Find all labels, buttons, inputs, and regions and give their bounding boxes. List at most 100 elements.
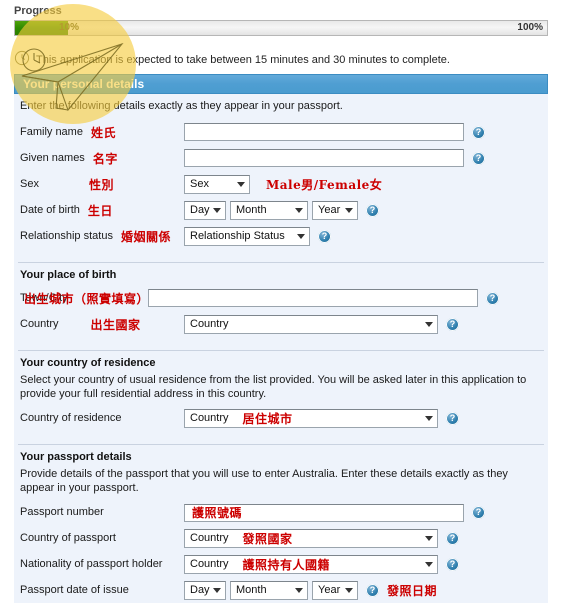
family-name-help-icon[interactable]: ?	[472, 125, 485, 139]
row-passport-date-of-issue: Passport date of issue Day Month Year ? …	[14, 577, 548, 603]
dob-month-select[interactable]: Month	[230, 200, 308, 220]
dob-help-icon[interactable]: ?	[366, 203, 379, 217]
town-city-help-icon[interactable]: ?	[486, 291, 499, 305]
chevron-down-icon	[297, 234, 305, 239]
country-of-birth-help-icon[interactable]: ?	[446, 317, 459, 331]
residence-label-cell: Country of residence	[20, 412, 184, 424]
place-of-birth-heading: Your place of birth	[20, 269, 117, 281]
row-passport-number: Passport number 護照號碼 ?	[14, 499, 548, 525]
progress-max-text: 100%	[517, 22, 543, 33]
relationship-label-cell: Relationship status 婚姻關係	[20, 228, 184, 245]
time-estimate-text: This application is expected to take bet…	[36, 54, 450, 66]
passport-issue-month-select[interactable]: Month	[230, 580, 308, 600]
nationality-annotation: 護照持有人國籍	[242, 557, 331, 572]
country-of-passport-label-cell: Country of passport	[20, 532, 184, 544]
sex-select[interactable]: Sex	[184, 174, 250, 194]
chevron-down-icon	[345, 588, 353, 593]
row-sex: Sex 性別 Sex Male男/Female女	[14, 171, 548, 197]
row-date-of-birth: Date of birth 生日 Day Month Year ?	[14, 197, 548, 223]
row-country-of-passport: Country of passport Country 發照國家 ?	[14, 525, 548, 551]
dob-label-cell: Date of birth 生日	[20, 202, 184, 219]
sex-note: Male男/Female女	[266, 177, 383, 192]
dob-day-value: Day	[190, 204, 210, 216]
given-names-help-icon[interactable]: ?	[472, 151, 485, 165]
time-estimate-notice: This application is expected to take bet…	[14, 50, 548, 70]
dob-day-select[interactable]: Day	[184, 200, 226, 220]
relationship-select[interactable]: Relationship Status	[184, 226, 310, 246]
nationality-label-cell: Nationality of passport holder	[20, 558, 184, 570]
nationality-help-icon[interactable]: ?	[446, 557, 459, 571]
panel-body: Enter the following details exactly as t…	[14, 94, 548, 603]
relationship-help-icon[interactable]: ?	[318, 229, 331, 243]
dob-year-select[interactable]: Year	[312, 200, 358, 220]
chevron-down-icon	[425, 536, 433, 541]
dob-year-value: Year	[318, 204, 341, 216]
passport-number-label-cell: Passport number	[20, 506, 184, 518]
country-of-birth-value: Country	[190, 318, 229, 330]
sex-label: Sex	[20, 178, 39, 190]
nationality-label: Nationality of passport holder	[20, 558, 163, 570]
chevron-down-icon	[213, 208, 221, 213]
country-of-birth-annotation: 出生國家	[90, 317, 141, 332]
residence-select[interactable]: Country 居住城市	[184, 408, 438, 428]
dob-annotation: 生日	[87, 203, 113, 218]
passport-number-label: Passport number	[20, 506, 104, 518]
progress-percent-text: 10%	[59, 22, 80, 33]
given-names-annotation: 名字	[92, 151, 118, 166]
chevron-down-icon	[345, 208, 353, 213]
chevron-down-icon	[237, 182, 245, 187]
residence-heading: Your country of residence	[20, 357, 156, 369]
family-name-annotation: 姓氏	[90, 125, 116, 140]
row-family-name: Family name 姓氏 ?	[14, 119, 548, 145]
row-country-of-birth: Country 出生國家 Country ?	[14, 311, 548, 337]
relationship-select-value: Relationship Status	[190, 230, 285, 242]
panel-intro-text: Enter the following details exactly as t…	[20, 100, 343, 112]
row-relationship-status: Relationship status 婚姻關係 Relationship St…	[14, 223, 548, 249]
row-country-of-residence: Country of residence Country 居住城市 ?	[14, 405, 548, 431]
country-of-passport-annotation: 發照國家	[242, 531, 293, 546]
relationship-label: Relationship status	[20, 230, 113, 242]
country-of-birth-label: Country	[20, 318, 59, 330]
passport-issue-label: Passport date of issue	[20, 584, 129, 596]
passport-issue-month-value: Month	[236, 584, 267, 596]
application-form-page: Progress 10% 100% This application is ex…	[0, 0, 569, 603]
country-of-birth-label-cell: Country 出生國家	[20, 316, 184, 333]
given-names-input[interactable]	[184, 149, 464, 167]
family-name-input[interactable]	[184, 123, 464, 141]
family-name-label: Family name	[20, 126, 83, 138]
passport-issue-day-value: Day	[190, 584, 210, 596]
passport-issue-year-value: Year	[318, 584, 341, 596]
country-of-passport-value: Country	[190, 532, 229, 544]
sex-annotation: 性別	[88, 177, 114, 192]
passport-issue-help-icon[interactable]: ?	[366, 583, 379, 597]
chevron-down-icon	[295, 588, 303, 593]
progress-label: Progress	[14, 5, 62, 17]
town-city-annotation: 出生城市（照實填寫）	[24, 291, 150, 306]
country-of-passport-select[interactable]: Country 發照國家	[184, 528, 438, 548]
town-city-input[interactable]	[148, 289, 478, 307]
passport-number-annotation: 護照號碼	[192, 505, 243, 520]
passport-issue-annotation: 發照日期	[387, 583, 438, 598]
personal-details-panel: Your personal details Enter the followin…	[14, 74, 548, 603]
chevron-down-icon	[425, 322, 433, 327]
residence-select-value: Country	[190, 412, 229, 424]
passport-number-help-icon[interactable]: ?	[472, 505, 485, 519]
sex-label-cell: Sex 性別	[20, 176, 184, 193]
dob-label: Date of birth	[20, 204, 80, 216]
row-given-names: Given names 名字 ?	[14, 145, 548, 171]
nationality-select[interactable]: Country 護照持有人國籍	[184, 554, 438, 574]
country-of-passport-help-icon[interactable]: ?	[446, 531, 459, 545]
given-names-label: Given names	[20, 152, 85, 164]
chevron-down-icon	[425, 416, 433, 421]
progress-section: Progress 10% 100%	[14, 4, 548, 36]
nationality-value: Country	[190, 558, 229, 570]
residence-label: Country of residence	[20, 412, 122, 424]
chevron-down-icon	[425, 562, 433, 567]
country-of-birth-select[interactable]: Country	[184, 314, 438, 334]
passport-issue-day-select[interactable]: Day	[184, 580, 226, 600]
residence-help-icon[interactable]: ?	[446, 411, 459, 425]
clock-icon	[14, 50, 30, 66]
dob-month-value: Month	[236, 204, 267, 216]
residence-annotation: 居住城市	[242, 411, 293, 426]
passport-issue-year-select[interactable]: Year	[312, 580, 358, 600]
